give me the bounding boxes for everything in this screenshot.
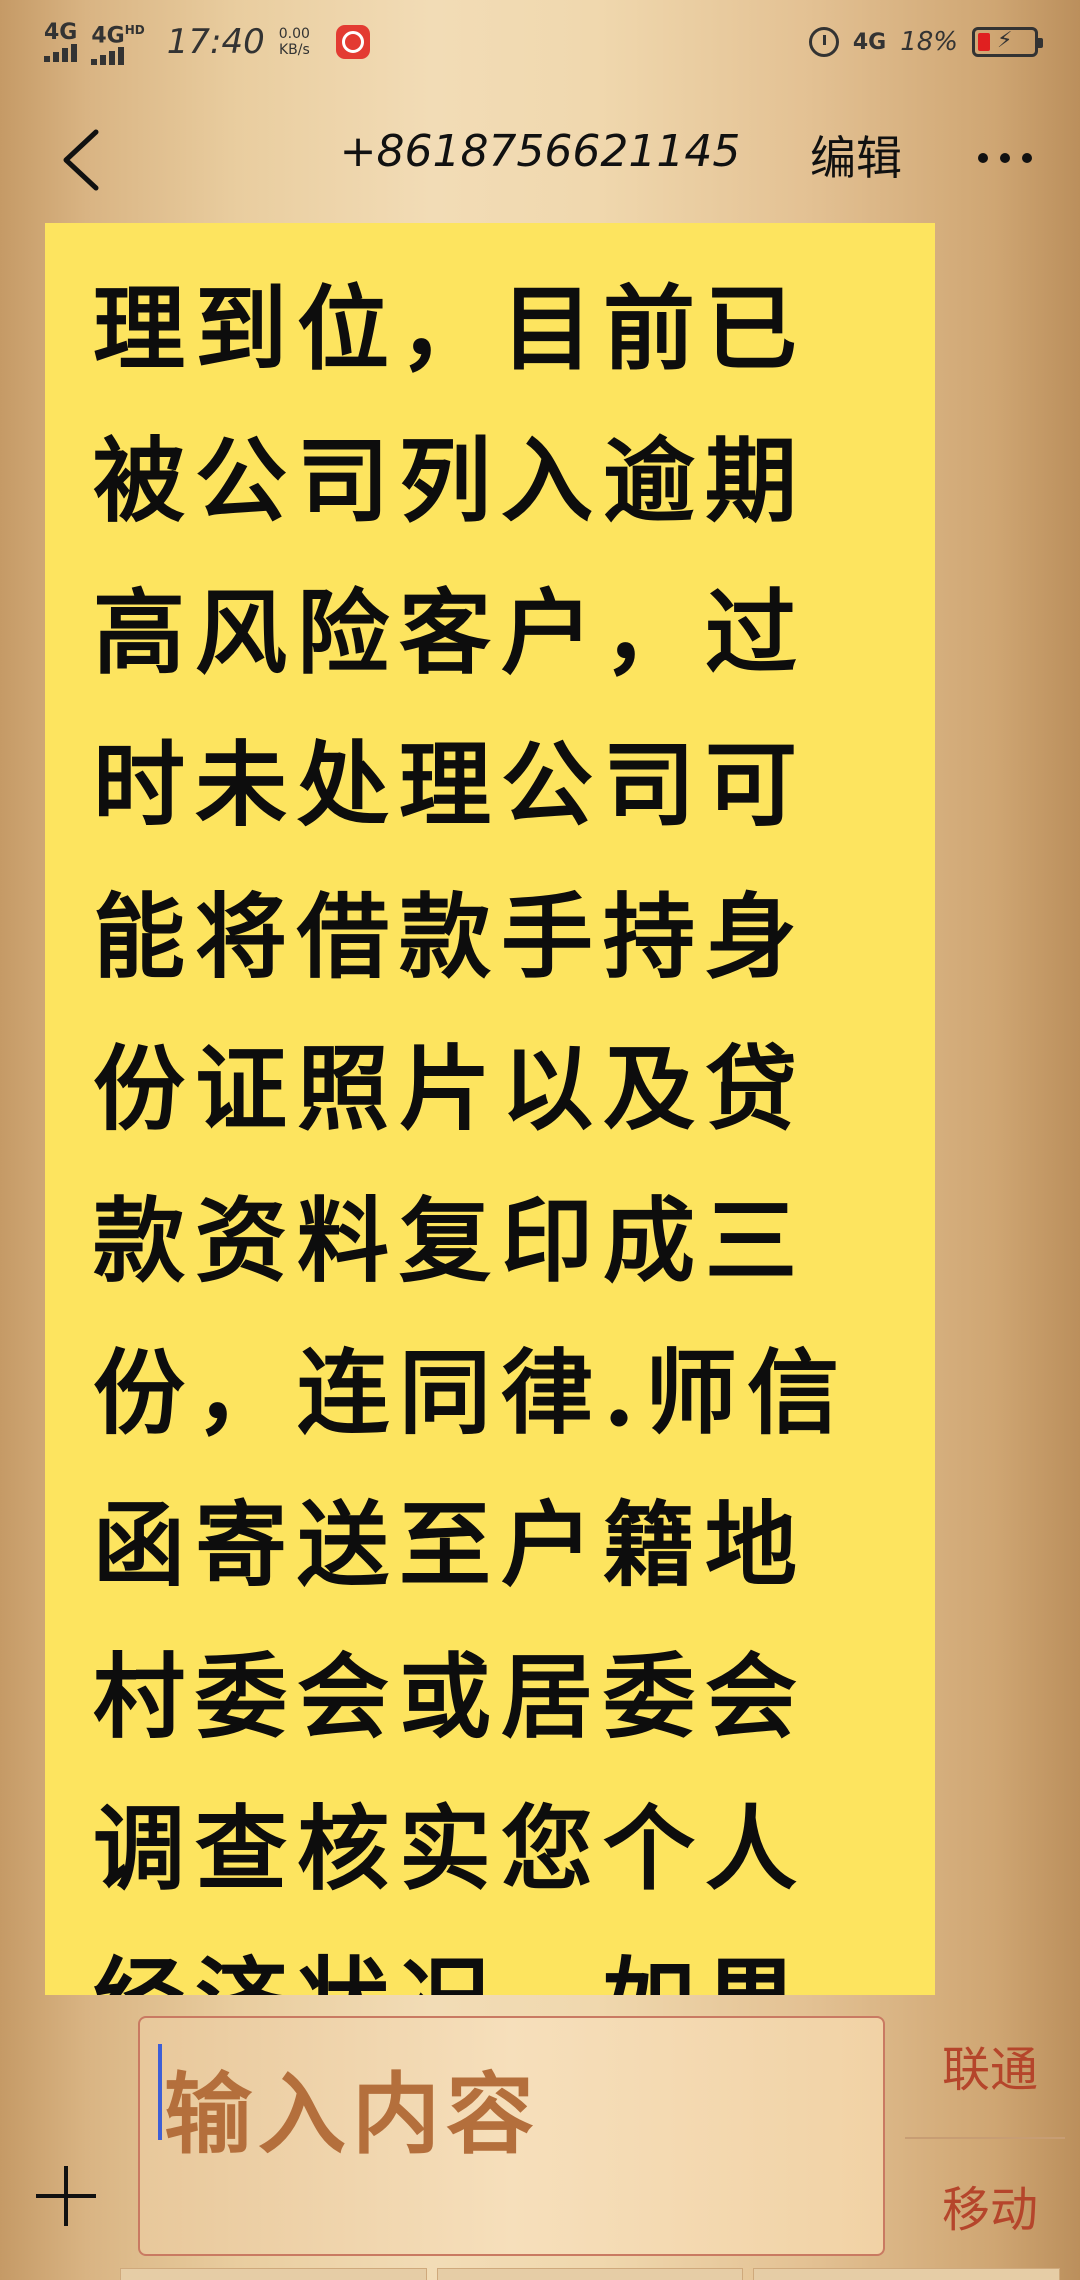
network-speed: 0.00 KB/s bbox=[279, 26, 310, 58]
status-left: 4G 4GHD 17:40 0.00 KB/s bbox=[44, 19, 370, 66]
signal-2: 4GHD bbox=[91, 19, 145, 66]
edit-button[interactable]: 编辑 bbox=[810, 122, 902, 188]
status-right: 4G 18% ⚡ bbox=[808, 27, 1043, 57]
battery-percent: 18% bbox=[900, 27, 958, 57]
message-line: 时未处理公司可 bbox=[93, 731, 808, 839]
network-type-3: 4G bbox=[852, 29, 887, 55]
speed-unit: KB/s bbox=[278, 41, 310, 58]
message-line: 能将借款手持身 bbox=[93, 883, 808, 991]
send-via-mobile-button[interactable]: 移动 bbox=[920, 2170, 1060, 2240]
message-text: 理到位，目前已 被公司列入逾期 高风险客户，过 时未处理公司可 能将借款手持身 … bbox=[45, 223, 935, 1995]
more-options-button[interactable] bbox=[970, 128, 1040, 188]
contact-phone-number: +8618756621145 bbox=[339, 126, 741, 177]
signal-bars-icon bbox=[44, 43, 77, 62]
back-button[interactable] bbox=[50, 120, 110, 200]
top-nav-bar: +8618756621145 编辑 bbox=[0, 84, 1080, 224]
message-line: 份证照片以及贷 bbox=[93, 1035, 808, 1143]
network-type-2: 4G bbox=[91, 23, 125, 49]
message-line: 被公司列入逾期 bbox=[93, 427, 808, 535]
input-placeholder: 输入内容 bbox=[164, 2062, 541, 2166]
status-time: 17:40 bbox=[166, 21, 265, 62]
message-input[interactable]: 输入内容 bbox=[138, 2016, 885, 2256]
text-cursor bbox=[158, 2044, 162, 2140]
signal-bars-icon bbox=[91, 47, 125, 66]
message-line: 理到位，目前已 bbox=[93, 275, 808, 383]
send-via-unicom-button[interactable]: 联通 bbox=[920, 2030, 1060, 2100]
chevron-left-icon bbox=[63, 129, 99, 191]
sim-divider bbox=[905, 2137, 1065, 2139]
message-line: 款资料复印成三 bbox=[93, 1187, 808, 1295]
message-line: 经济状况，如果 bbox=[93, 1925, 935, 1995]
alarm-icon bbox=[808, 27, 839, 57]
signal-1: 4G bbox=[44, 19, 78, 62]
message-line: 调查核实您个人 bbox=[93, 1795, 808, 1903]
message-line: 村委会或居委会 bbox=[93, 1643, 808, 1751]
network-type-2-suffix: HD bbox=[124, 22, 145, 37]
keyboard-top-edge bbox=[120, 2268, 1061, 2280]
battery-icon: ⚡ bbox=[972, 27, 1043, 57]
battery-fill bbox=[978, 33, 990, 51]
network-type-1: 4G bbox=[44, 19, 78, 45]
status-bar: 4G 4GHD 17:40 0.00 KB/s 4G 18% ⚡ bbox=[0, 0, 1080, 84]
charging-icon: ⚡ bbox=[997, 28, 1013, 53]
message-bubble[interactable]: 理到位，目前已 被公司列入逾期 高风险客户，过 时未处理公司可 能将借款手持身 … bbox=[45, 223, 935, 1995]
netease-music-icon bbox=[335, 24, 370, 59]
message-line: 函寄送至户籍地 bbox=[93, 1491, 808, 1599]
more-dot bbox=[1022, 153, 1032, 163]
more-dot bbox=[978, 153, 988, 163]
message-line: 高风险客户，过 bbox=[93, 579, 808, 687]
message-line: 份，连同律.师信 bbox=[93, 1339, 850, 1447]
more-dot bbox=[1000, 153, 1010, 163]
speed-value: 0.00 bbox=[278, 25, 310, 42]
add-attachment-button[interactable] bbox=[36, 2166, 96, 2226]
